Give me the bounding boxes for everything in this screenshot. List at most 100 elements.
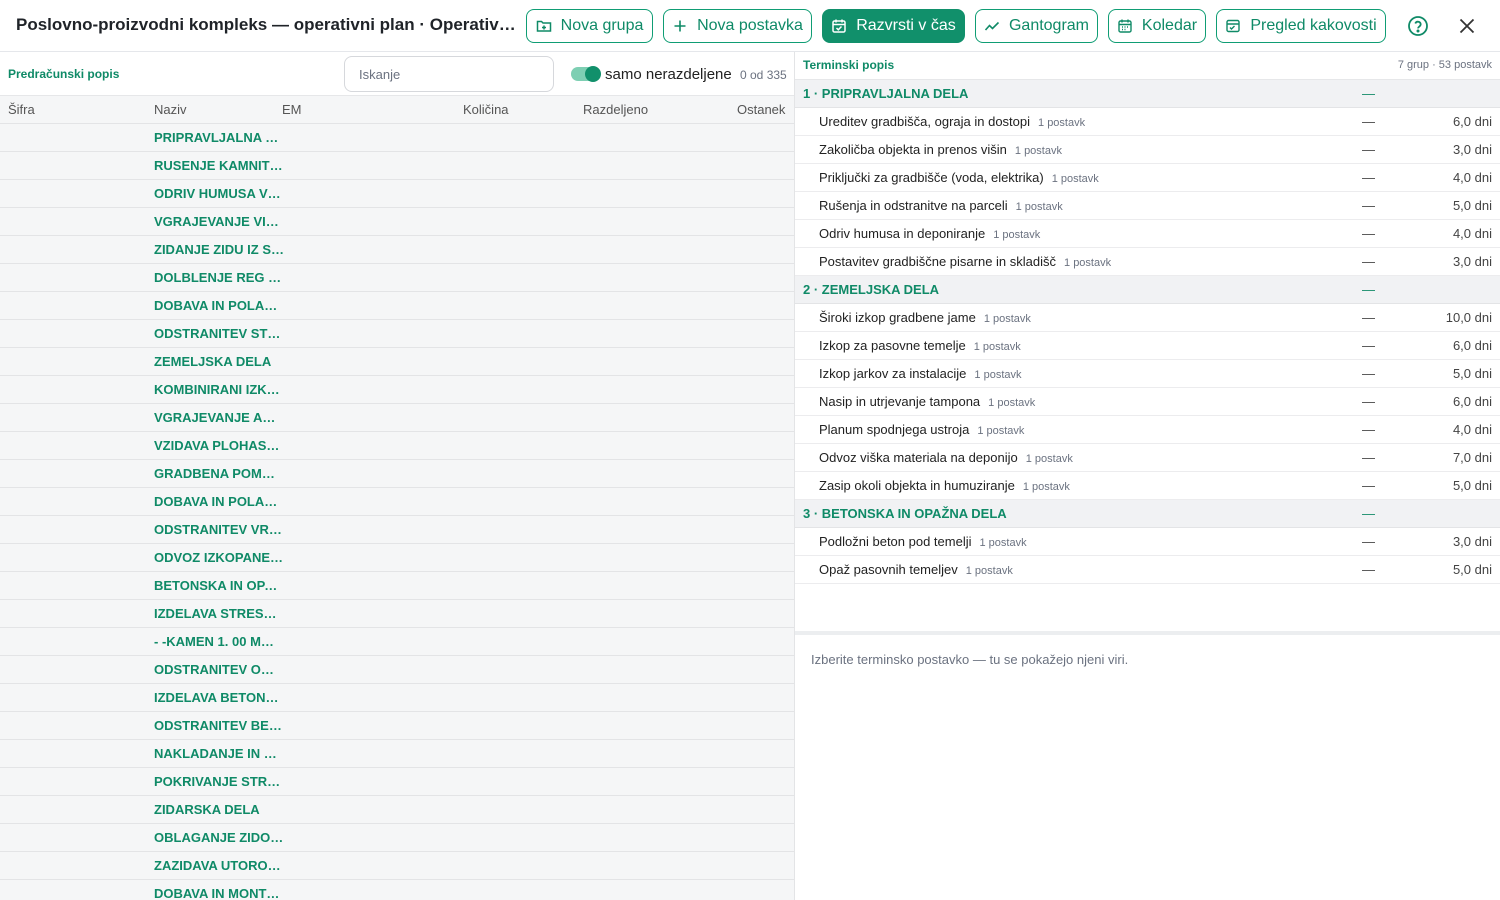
item-name: Opaž pasovnih temeljev xyxy=(819,562,958,577)
unassigned-only-toggle[interactable] xyxy=(571,66,601,82)
new-item-button[interactable]: Nova postavka xyxy=(663,9,812,43)
list-item[interactable]: Odriv humusa in deponiranje 1 postavk — 4,0… xyxy=(795,220,1500,248)
table-row[interactable]: DOLBLENJE REG P… xyxy=(0,264,794,292)
item-name: Odriv humusa in deponiranje xyxy=(819,226,986,241)
schedule-list-title: Terminski popis xyxy=(803,58,895,72)
list-item[interactable]: Široki izkop gradbene jame 1 postavk — 10,0… xyxy=(795,304,1500,332)
list-item[interactable]: Priključki za gradbišče (voda, elektrika… xyxy=(795,164,1500,192)
table-row[interactable]: ZIDANJE ZIDU IZ S… xyxy=(0,236,794,264)
item-dash: — xyxy=(1362,170,1375,185)
row-name: GRADBENA POMO… xyxy=(154,466,284,481)
close-button[interactable] xyxy=(1455,14,1479,38)
help-button[interactable] xyxy=(1406,14,1430,38)
quality-review-button[interactable]: Pregled kakovosti xyxy=(1216,9,1386,43)
group-name: 1 · PRIPRAVLJALNA DELA xyxy=(803,86,969,101)
column-header-code[interactable]: Šifra xyxy=(8,102,35,117)
list-item[interactable]: Postavitev gradbiščne pisarne in skladiš… xyxy=(795,248,1500,276)
table-row[interactable]: IZDELAVA STRESN… xyxy=(0,600,794,628)
calendar-grid-icon xyxy=(1118,19,1132,33)
list-item[interactable]: Zakoličba objekta in prenos višin 1 posta… xyxy=(795,136,1500,164)
item-dash: — xyxy=(1362,114,1375,129)
detail-splitter[interactable] xyxy=(795,631,1500,635)
schedule-summary: 7 grup · 53 postavk xyxy=(1397,59,1492,71)
list-item[interactable]: Planum spodnjega ustroja 1 postavk — 4,0 dn… xyxy=(795,416,1500,444)
list-item[interactable]: Podložni beton pod temelji 1 postavk — 3,0 … xyxy=(795,528,1500,556)
budget-list-header: Predračunski popis samo nerazdeljene 0 o… xyxy=(0,52,794,96)
item-name-wrap: Široki izkop gradbene jame 1 postavk xyxy=(819,310,1031,325)
column-header-name[interactable]: Naziv xyxy=(154,102,187,117)
search-input[interactable] xyxy=(344,56,554,92)
item-dash: — xyxy=(1362,422,1375,437)
table-row[interactable]: VZIDAVA PLOHAS… xyxy=(0,432,794,460)
item-name-wrap: Odriv humusa in deponiranje 1 postavk xyxy=(819,226,1040,241)
list-item[interactable]: Opaž pasovnih temeljev 1 postavk — 5,0 dni xyxy=(795,556,1500,584)
list-item[interactable]: Izkop za pasovne temelje 1 postavk — 6,0 dn… xyxy=(795,332,1500,360)
item-name: Izkop jarkov za instalacije xyxy=(819,366,967,381)
list-item[interactable]: Izkop jarkov za instalacije 1 postavk — 5,0… xyxy=(795,360,1500,388)
table-row[interactable]: ZAZIDAVA UTORO… xyxy=(0,852,794,880)
table-row[interactable]: OBLAGANJE ZIDO… xyxy=(0,824,794,852)
column-header-unit[interactable]: EM xyxy=(282,102,302,117)
table-row[interactable]: GRADBENA POMO… xyxy=(0,460,794,488)
item-dash: — xyxy=(1362,310,1375,325)
row-name: DOBAVA IN POLAG… xyxy=(154,298,284,313)
list-item[interactable]: Rušenja in odstranitve na parceli 1 posta… xyxy=(795,192,1500,220)
item-name-wrap: Priključki za gradbišče (voda, elektrika… xyxy=(819,170,1099,185)
table-row[interactable]: IZDELAVA BETON… xyxy=(0,684,794,712)
table-row[interactable]: ODRIV HUMUSA V … xyxy=(0,180,794,208)
item-name: Široki izkop gradbene jame xyxy=(819,310,976,325)
list-item[interactable]: Ureditev gradbišča, ograja in dostopi 1 p… xyxy=(795,108,1500,136)
table-row[interactable]: PRIPRAVLJALNA D… xyxy=(0,124,794,152)
budget-table-rows: PRIPRAVLJALNA D… RUSENJE KAMNITI… ODRIV HU… xyxy=(0,124,794,900)
group-row[interactable]: 2 · ZEMELJSKA DELA — xyxy=(795,276,1500,304)
row-name: ZEMELJSKA DELA xyxy=(154,354,272,369)
column-header-quantity[interactable]: Količina xyxy=(463,102,509,117)
table-row[interactable]: DOBAVA IN POLAG… xyxy=(0,488,794,516)
item-name-wrap: Zasip okoli objekta in humuziranje 1 post… xyxy=(819,478,1070,493)
item-count: 1 postavk xyxy=(973,341,1021,353)
item-dash: — xyxy=(1362,366,1375,381)
item-dash: — xyxy=(1362,478,1375,493)
item-duration: 7,0 dni xyxy=(1452,450,1492,465)
table-row[interactable]: POKRIVANJE STR… xyxy=(0,768,794,796)
item-duration: 3,0 dni xyxy=(1452,534,1492,549)
table-row[interactable]: VGRAJEVANJE VI… xyxy=(0,208,794,236)
item-dash: — xyxy=(1362,142,1375,157)
row-name: ZIDANJE ZIDU IZ S… xyxy=(154,242,284,257)
table-row[interactable]: ODSTRANITEV BE… xyxy=(0,712,794,740)
table-row[interactable]: BETONSKA IN OPA… xyxy=(0,572,794,600)
table-row[interactable]: VGRAJEVANJE AR… xyxy=(0,404,794,432)
table-row[interactable]: RUSENJE KAMNITI… xyxy=(0,152,794,180)
column-header-assigned[interactable]: Razdeljeno xyxy=(583,102,648,117)
gantt-button[interactable]: Gantogram xyxy=(975,9,1098,43)
table-row[interactable]: KOMBINIRANI IZK… xyxy=(0,376,794,404)
row-name: ODVOZ IZKOPANE… xyxy=(154,550,284,565)
table-row[interactable]: - -KAMEN 1. 00 M… xyxy=(0,628,794,656)
schedule-button[interactable]: Razvrsti v čas xyxy=(822,9,965,43)
group-row[interactable]: 1 · PRIPRAVLJALNA DELA — xyxy=(795,80,1500,108)
list-item[interactable]: Nasip in utrjevanje tampona 1 postavk — 6,0… xyxy=(795,388,1500,416)
table-row[interactable]: NAKLADANJE IN O… xyxy=(0,740,794,768)
item-count: 1 postavk xyxy=(1022,481,1070,493)
table-row[interactable]: DOBAVA IN POLAG… xyxy=(0,292,794,320)
column-header-remaining[interactable]: Ostanek xyxy=(737,102,785,117)
list-item[interactable]: Odvoz viška materiala na deponijo 1 posta… xyxy=(795,444,1500,472)
table-row[interactable]: ODSTRANITEV ST… xyxy=(0,320,794,348)
group-row[interactable]: 3 · BETONSKA IN OPAŽNA DELA — xyxy=(795,500,1500,528)
table-row[interactable]: ZIDARSKA DELA xyxy=(0,796,794,824)
table-row[interactable]: ODSTRANITEV OM… xyxy=(0,656,794,684)
table-row[interactable]: ODSTRANITEV VR… xyxy=(0,516,794,544)
row-name: DOLBLENJE REG P… xyxy=(154,270,284,285)
plus-icon xyxy=(674,20,686,32)
item-dash: — xyxy=(1362,562,1375,577)
table-row[interactable]: ZEMELJSKA DELA xyxy=(0,348,794,376)
item-name-wrap: Izkop jarkov za instalacije 1 postavk xyxy=(819,366,1022,381)
calendar-button[interactable]: Koledar xyxy=(1108,9,1206,43)
item-count: 1 postavk xyxy=(1015,201,1063,213)
table-row[interactable]: ODVOZ IZKOPANE… xyxy=(0,544,794,572)
new-group-button[interactable]: Nova grupa xyxy=(526,9,653,43)
group-dash: — xyxy=(1362,86,1375,101)
list-item[interactable]: Zasip okoli objekta in humuziranje 1 post… xyxy=(795,472,1500,500)
item-count: 1 postavk xyxy=(1051,173,1099,185)
table-row[interactable]: DOBAVA IN MONT… xyxy=(0,880,794,900)
